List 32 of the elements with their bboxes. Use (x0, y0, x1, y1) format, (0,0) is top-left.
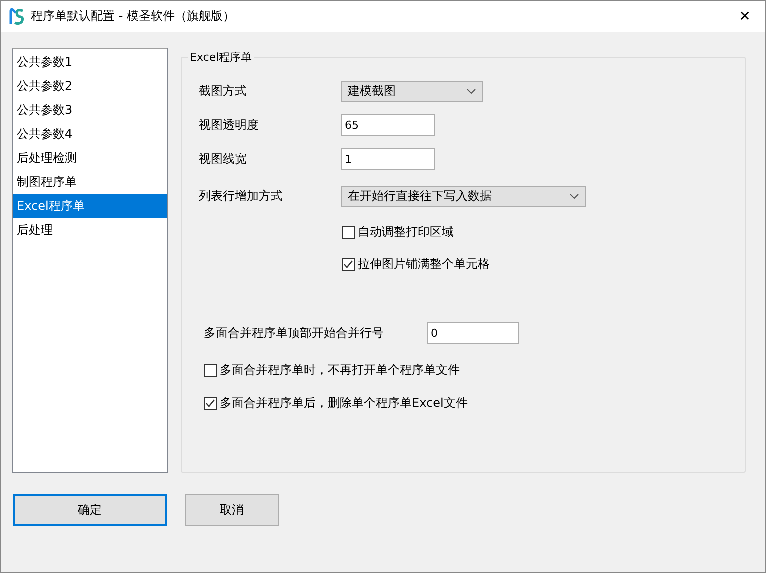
checkbox[interactable]: 自动调整打印区域 (342, 224, 454, 240)
checkbox[interactable]: 多面合并程序单时，不再打开单个程序单文件 (204, 362, 460, 379)
list-item[interactable]: 制图程序单 (13, 170, 167, 194)
list-item[interactable]: 公共参数2 (13, 74, 167, 98)
chevron-down-icon (467, 88, 476, 94)
input-field[interactable]: 65 (341, 114, 435, 136)
dialog-button[interactable]: 取消 (185, 494, 279, 526)
checkbox[interactable]: 多面合并程序单后，删除单个程序单Excel文件 (204, 395, 468, 412)
list-item[interactable]: 公共参数3 (13, 98, 167, 122)
list-item[interactable]: Excel程序单 (13, 194, 167, 218)
list-item[interactable]: 公共参数1 (13, 50, 167, 74)
chevron-down-icon (570, 194, 579, 198)
field-label: 多面合并程序单顶部开始合并行号 (204, 324, 385, 342)
dialog-button[interactable]: 确定 (13, 494, 167, 526)
group-title: Excel程序单 (188, 50, 254, 65)
field-label: 视图透明度 (199, 116, 260, 134)
window-title: 程序单默认配置 - 模圣软件（旗舰版） (31, 8, 236, 25)
close-button[interactable]: ✕ (725, 1, 765, 32)
app-logo-icon (9, 8, 25, 26)
list-item[interactable]: 后处理检测 (13, 146, 167, 170)
dropdown[interactable]: 建模截图 (341, 80, 483, 102)
field-label: 截图方式 (199, 82, 248, 100)
field-label: 视图线宽 (199, 150, 248, 168)
field-label: 列表行增加方式 (199, 188, 284, 204)
list-item[interactable]: 后处理 (13, 218, 167, 242)
input-field[interactable]: 1 (341, 148, 435, 170)
checkmark-icon (205, 398, 216, 409)
dropdown[interactable]: 在开始行直接往下写入数据 (341, 186, 586, 206)
list-item[interactable]: 公共参数4 (13, 122, 167, 146)
input-field[interactable]: 0 (427, 322, 519, 344)
checkbox[interactable]: 拉伸图片铺满整个单元格 (342, 256, 490, 272)
checkmark-icon (343, 258, 354, 270)
